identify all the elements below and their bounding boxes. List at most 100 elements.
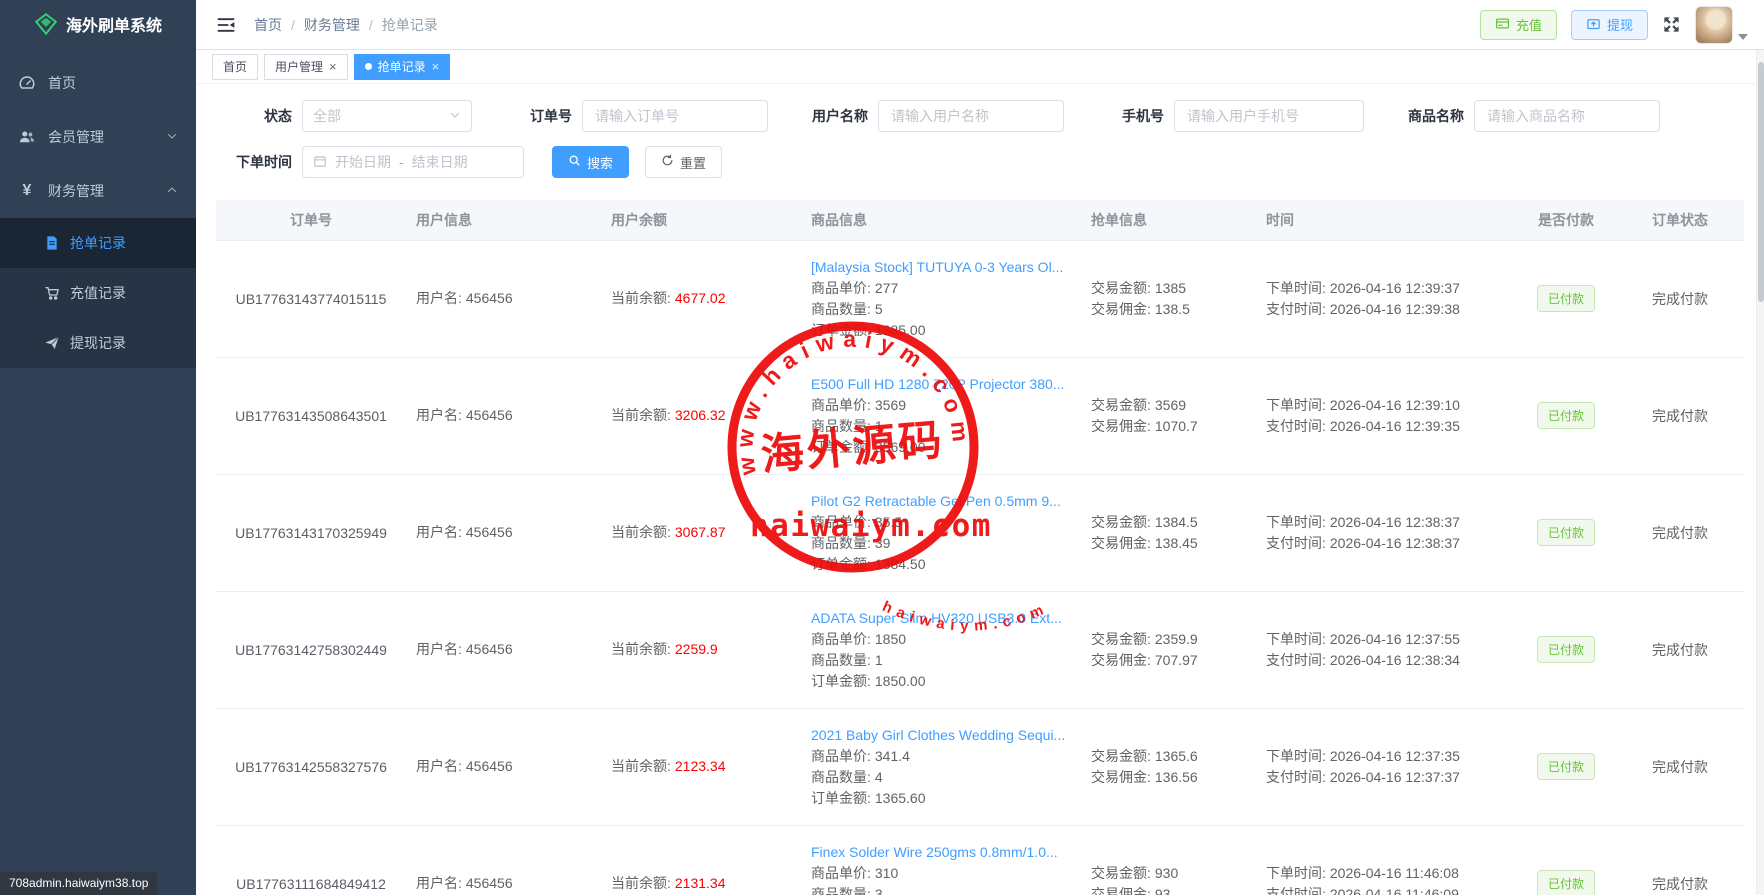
commission-value: 136.56 — [1155, 769, 1198, 785]
order-time-value: 2026-04-16 11:46:08 — [1330, 865, 1459, 881]
sidebar-collapse-icon[interactable] — [212, 11, 240, 39]
table-row: UB17763143170325949 用户名:456456 当前余额:3067… — [216, 474, 1744, 591]
product-link[interactable]: [Malaysia Stock] TUTUYA 0-3 Years Ol... — [811, 259, 1063, 275]
main-area: 首页 / 财务管理 / 抢单记录 充值 提现 — [196, 0, 1764, 895]
date-range-picker[interactable]: 开始日期 - 结束日期 — [302, 146, 524, 178]
sidebar-item-grab-records[interactable]: 抢单记录 — [0, 218, 196, 268]
paid-badge: 已付款 — [1537, 636, 1595, 663]
sidebar-menu: 首页 会员管理 ¥ 财务管理 抢单记录 — [0, 48, 196, 368]
order-status-text: 完成付款 — [1652, 525, 1708, 541]
order-time-label: 下单时间: — [1266, 280, 1326, 296]
product-info-cell: ADATA Super Slim HV320 USB3.0 Ext... 商品单… — [801, 591, 1081, 708]
tab-user-management[interactable]: 用户管理 × — [264, 54, 348, 80]
pay-time-value: 2026-04-16 12:37:37 — [1330, 769, 1460, 785]
order-status-cell: 完成付款 — [1616, 591, 1744, 708]
col-user-info: 用户信息 — [406, 200, 601, 240]
commission-value: 1070.7 — [1155, 418, 1198, 434]
commission-label: 交易佣金: — [1091, 886, 1151, 895]
username-label: 用户名: — [416, 875, 462, 891]
navbar-actions: 充值 提现 — [1480, 6, 1748, 44]
chevron-down-icon — [449, 108, 461, 124]
order-no-input[interactable] — [582, 100, 768, 132]
tx-amount-label: 交易金额: — [1091, 397, 1151, 413]
pay-time-value: 2026-04-16 11:46:09 — [1330, 886, 1459, 895]
bank-card-icon — [1495, 16, 1510, 34]
paid-cell: 已付款 — [1516, 708, 1616, 825]
sidebar-item-members[interactable]: 会员管理 — [0, 110, 196, 164]
breadcrumb-current: 抢单记录 — [382, 15, 438, 35]
scrollbar-thumb[interactable] — [1758, 62, 1764, 302]
product-name-input[interactable] — [1474, 100, 1660, 132]
grab-info-cell: 交易金额:3569 交易佣金:1070.7 — [1081, 357, 1256, 474]
product-link[interactable]: Finex Solder Wire 250gms 0.8mm/1.0... — [811, 844, 1058, 860]
table-row: UB17763143508643501 用户名:456456 当前余额:3206… — [216, 357, 1744, 474]
phone-label: 手机号 — [1092, 106, 1164, 126]
col-paid: 是否付款 — [1516, 200, 1616, 240]
order-status-cell: 完成付款 — [1616, 474, 1744, 591]
close-icon[interactable]: × — [432, 60, 440, 73]
reset-button[interactable]: 重置 — [645, 146, 722, 178]
username-label: 用户名: — [416, 758, 462, 774]
time-cell: 下单时间:2026-04-16 12:39:10 支付时间:2026-04-16… — [1256, 357, 1516, 474]
finance-submenu: 抢单记录 充值记录 提现记录 — [0, 218, 196, 368]
sidebar-item-home[interactable]: 首页 — [0, 56, 196, 110]
search-button[interactable]: 搜索 — [552, 146, 629, 178]
tab-home[interactable]: 首页 — [212, 54, 258, 80]
order-amount-value: 1385.00 — [875, 322, 926, 338]
breadcrumb-separator: / — [291, 17, 295, 33]
order-amount-label: 订单金额: — [811, 673, 871, 689]
unit-price-label: 商品单价: — [811, 280, 871, 296]
tx-amount-value: 930 — [1155, 865, 1178, 881]
quantity-label: 商品数量: — [811, 301, 871, 317]
commission-label: 交易佣金: — [1091, 535, 1151, 551]
phone-input[interactable] — [1174, 100, 1364, 132]
paid-cell: 已付款 — [1516, 357, 1616, 474]
paid-badge: 已付款 — [1537, 402, 1595, 429]
fullscreen-icon[interactable] — [1662, 15, 1681, 34]
paper-plane-icon — [44, 335, 60, 351]
sidebar-item-withdraw-records[interactable]: 提现记录 — [0, 318, 196, 368]
user-info-cell: 用户名:456456 — [406, 357, 601, 474]
username-value: 456456 — [466, 641, 513, 657]
product-link[interactable]: E500 Full HD 1280 720P Projector 380... — [811, 376, 1064, 392]
product-link[interactable]: Pilot G2 Retractable Gel Pen 0.5mm 9... — [811, 493, 1061, 509]
order-time-value: 2026-04-16 12:37:55 — [1330, 631, 1460, 647]
product-link[interactable]: ADATA Super Slim HV320 USB3.0 Ext... — [811, 610, 1062, 626]
user-info-cell: 用户名:456456 — [406, 708, 601, 825]
sidebar-item-recharge-records[interactable]: 充值记录 — [0, 268, 196, 318]
order-time-label: 下单时间: — [1266, 397, 1326, 413]
pay-time-label: 支付时间: — [1266, 535, 1326, 551]
order-amount-label: 订单金额: — [811, 439, 871, 455]
sidebar-item-label: 提现记录 — [70, 333, 126, 353]
username-label: 用户名: — [416, 641, 462, 657]
end-date-placeholder: 结束日期 — [412, 152, 468, 172]
user-balance-cell: 当前余额:3067.87 — [601, 474, 801, 591]
time-cell: 下单时间:2026-04-16 12:39:37 支付时间:2026-04-16… — [1256, 240, 1516, 357]
product-link[interactable]: 2021 Baby Girl Clothes Wedding Sequi... — [811, 727, 1065, 743]
col-time: 时间 — [1256, 200, 1516, 240]
withdraw-button[interactable]: 提现 — [1571, 10, 1648, 40]
breadcrumb-finance[interactable]: 财务管理 — [304, 15, 360, 35]
time-cell: 下单时间:2026-04-16 11:46:08 支付时间:2026-04-16… — [1256, 825, 1516, 895]
pay-time-label: 支付时间: — [1266, 301, 1326, 317]
breadcrumb-home[interactable]: 首页 — [254, 15, 282, 35]
tx-amount-label: 交易金额: — [1091, 514, 1151, 530]
sidebar-item-finance[interactable]: ¥ 财务管理 — [0, 164, 196, 218]
tab-grab-records[interactable]: 抢单记录 × — [354, 54, 451, 80]
close-icon[interactable]: × — [329, 60, 337, 73]
recharge-button[interactable]: 充值 — [1480, 10, 1557, 40]
tx-amount-value: 1384.5 — [1155, 514, 1198, 530]
user-menu[interactable] — [1695, 6, 1748, 44]
user-name-input[interactable] — [878, 100, 1064, 132]
status-select[interactable]: 全部 — [302, 100, 472, 132]
balance-label: 当前余额: — [611, 875, 671, 891]
balance-value: 4677.02 — [675, 290, 726, 306]
order-amount-value: 1384.50 — [875, 556, 926, 572]
vertical-scrollbar[interactable] — [1756, 50, 1764, 895]
grab-info-cell: 交易金额:1384.5 交易佣金:138.45 — [1081, 474, 1256, 591]
username-value: 456456 — [466, 407, 513, 423]
unit-price-value: 277 — [875, 280, 898, 296]
sidebar-item-label: 充值记录 — [70, 283, 126, 303]
avatar[interactable] — [1695, 6, 1733, 44]
balance-label: 当前余额: — [611, 407, 671, 423]
